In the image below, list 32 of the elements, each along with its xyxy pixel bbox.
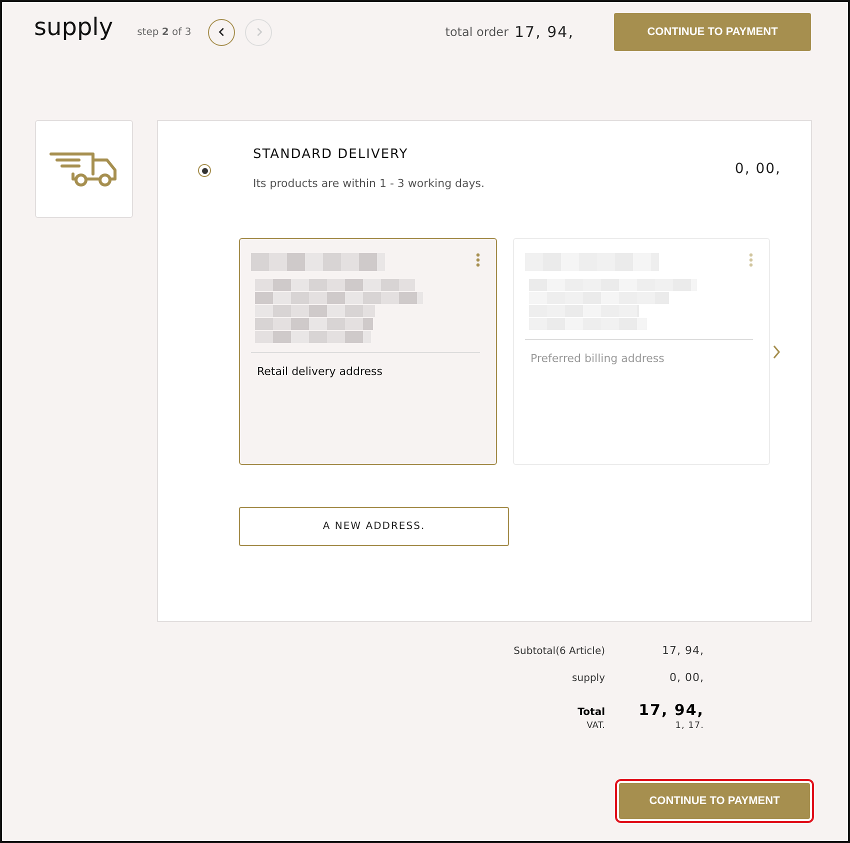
- continue-button[interactable]: CONTINUE TO PAYMENT: [619, 783, 810, 819]
- radio-button[interactable]: [198, 164, 211, 177]
- address-card[interactable]: Retail delivery address: [239, 238, 496, 465]
- chevron-icon: [216, 26, 227, 38]
- summary-value: 17, 94,: [638, 701, 704, 719]
- step-indicator: step 2 of 3: [137, 26, 192, 38]
- page-title: supply: [34, 13, 114, 41]
- address-label: Preferred billing address: [530, 352, 666, 365]
- delivery-price: 0, 00,: [734, 161, 781, 177]
- summary-label: Subtotal(6 Article): [512, 646, 605, 657]
- summary-label: supply: [571, 673, 605, 684]
- more-options-button[interactable]: [476, 253, 480, 267]
- address-card[interactable]: Preferred billing address: [512, 238, 770, 465]
- summary-value: 17, 94,: [661, 644, 704, 657]
- previous-button[interactable]: [208, 18, 236, 46]
- more-options-button[interactable]: [749, 253, 753, 267]
- next-address-button[interactable]: [772, 344, 781, 358]
- total-label: total order: [445, 25, 509, 39]
- more-icon: [749, 253, 753, 267]
- summary-value: 1, 17.: [674, 721, 704, 731]
- total-value: 17, 94,: [514, 23, 574, 41]
- summary-label: VAT.: [586, 721, 605, 731]
- address-label: Retail delivery address: [256, 365, 384, 378]
- summary-value: 0, 00,: [668, 671, 704, 684]
- delivery-title: STANDARD DELIVERY: [253, 147, 410, 162]
- summary-label: Total: [576, 707, 605, 718]
- chevron-icon: [772, 344, 781, 358]
- continue-button[interactable]: CONTINUE TO PAYMENT: [614, 13, 811, 51]
- delivery-description: Its products are within 1 - 3 working days.: [253, 177, 486, 190]
- new-address-button[interactable]: A NEW ADDRESS.: [239, 507, 509, 546]
- delivery-type-card[interactable]: [35, 120, 133, 218]
- more-icon: [476, 253, 480, 267]
